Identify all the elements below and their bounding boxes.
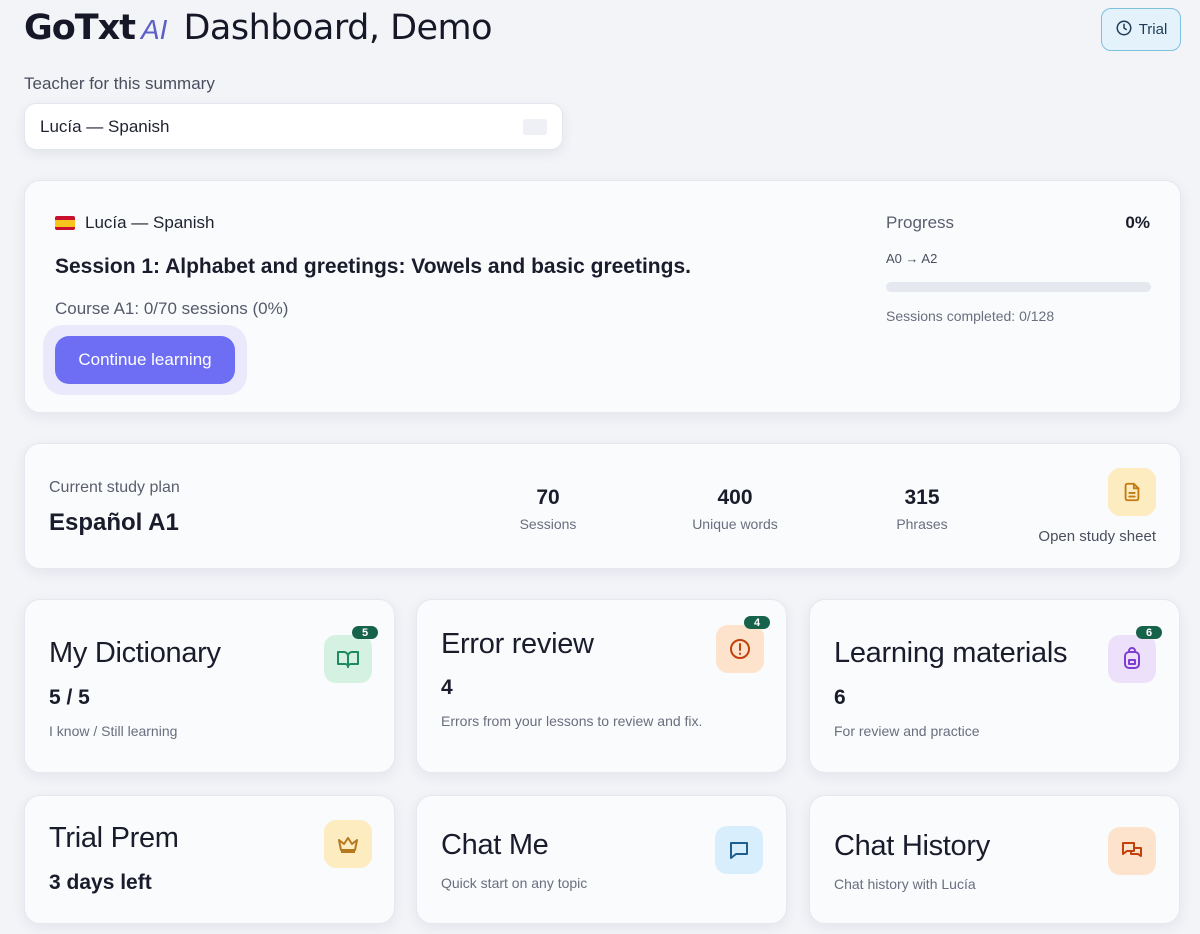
progress-level-range: A0 → A2 [886, 251, 938, 266]
backpack-icon: 6 [1108, 626, 1162, 683]
count-badge: 4 [744, 616, 770, 629]
session-teacher: Lucía — Spanish [55, 213, 214, 233]
chat-me-tile[interactable]: Chat Me Quick start on any topic [416, 795, 787, 924]
stat-value: 400 [717, 486, 753, 509]
current-session-card: Lucía — Spanish Session 1: Alphabet and … [24, 180, 1181, 413]
teacher-select-label: Teacher for this summary [24, 74, 215, 93]
tile-description: For review and practice [834, 723, 980, 739]
sessions-completed: Sessions completed: 0/128 [886, 308, 1055, 324]
tile-title: My Dictionary [49, 637, 221, 669]
study-plan-card: Current study plan Español A1 70 Session… [24, 443, 1181, 569]
tile-description: I know / Still learning [49, 723, 178, 739]
book-open-icon: 5 [324, 626, 378, 683]
session-title: Session 1: Alphabet and greetings: Vowel… [55, 255, 691, 278]
app-logo: GoTxt [24, 8, 136, 48]
stat-label: Phrases [896, 516, 948, 532]
alert-circle-icon: 4 [716, 616, 770, 673]
course-progress-text: Course A1: 0/70 sessions (0%) [55, 299, 289, 318]
study-plan-name: Español A1 [49, 509, 179, 536]
spain-flag-icon [55, 216, 75, 230]
clock-icon [1115, 19, 1133, 41]
tile-value: 4 [441, 676, 453, 699]
page-title: Dashboard, Demo [183, 8, 493, 48]
progress-bar [886, 282, 1151, 292]
app-logo-ai: AI [140, 14, 168, 45]
tile-title: Chat History [834, 830, 990, 862]
stat-sessions: 70 Sessions [468, 486, 628, 532]
stat-label: Unique words [692, 516, 778, 532]
count-badge: 5 [352, 626, 378, 639]
messages-icon [1108, 827, 1156, 875]
trial-premium-tile[interactable]: Trial Prem 3 days left [24, 795, 395, 924]
crown-icon [324, 820, 372, 868]
learning-materials-tile[interactable]: Learning materials 6 For review and prac… [809, 599, 1180, 773]
teacher-select[interactable]: Lucía — Spanish [24, 103, 563, 150]
tile-description: Errors from your lessons to review and f… [441, 713, 703, 729]
teacher-select-value: Lucía — Spanish [40, 116, 170, 136]
stat-value: 70 [536, 486, 560, 509]
error-review-tile[interactable]: Error review 4 Errors from your lessons … [416, 599, 787, 773]
tile-description: Quick start on any topic [441, 875, 588, 891]
dictionary-tile[interactable]: My Dictionary 5 / 5 I know / Still learn… [24, 599, 395, 773]
continue-learning-button[interactable]: Continue learning [55, 336, 235, 384]
trial-button[interactable]: Trial [1101, 8, 1181, 51]
progress-label: Progress [886, 213, 955, 232]
tile-title: Chat Me [441, 829, 549, 861]
stat-phrases: 315 Phrases [842, 486, 1002, 532]
count-badge: 6 [1136, 626, 1162, 639]
stat-unique-words: 400 Unique words [655, 486, 815, 532]
tile-value: 6 [834, 686, 846, 709]
brand-header: GoTxt AI Dashboard, Demo [24, 8, 493, 48]
tile-title: Error review [441, 628, 594, 660]
progress-percent: 0% [1125, 213, 1150, 232]
tile-title: Trial Prem [49, 822, 179, 854]
tile-description: Chat history with Lucía [834, 876, 976, 892]
stat-label: Sessions [519, 516, 577, 532]
session-teacher-label: Lucía — Spanish [85, 213, 215, 232]
tile-value: 5 / 5 [49, 686, 90, 709]
open-study-sheet-link[interactable]: Open study sheet [1038, 528, 1156, 545]
study-plan-label: Current study plan [49, 479, 180, 496]
select-caret-icon [523, 118, 547, 135]
tile-value: 3 days left [49, 871, 152, 894]
trial-button-label: Trial [1138, 21, 1168, 38]
tile-title: Learning materials [834, 637, 1068, 669]
continue-button-halo: Continue learning [43, 325, 247, 395]
stat-value: 315 [904, 486, 940, 509]
study-sheet-icon[interactable] [1108, 468, 1156, 516]
message-square-icon [715, 826, 763, 874]
chat-history-tile[interactable]: Chat History Chat history with Lucía [809, 795, 1180, 924]
